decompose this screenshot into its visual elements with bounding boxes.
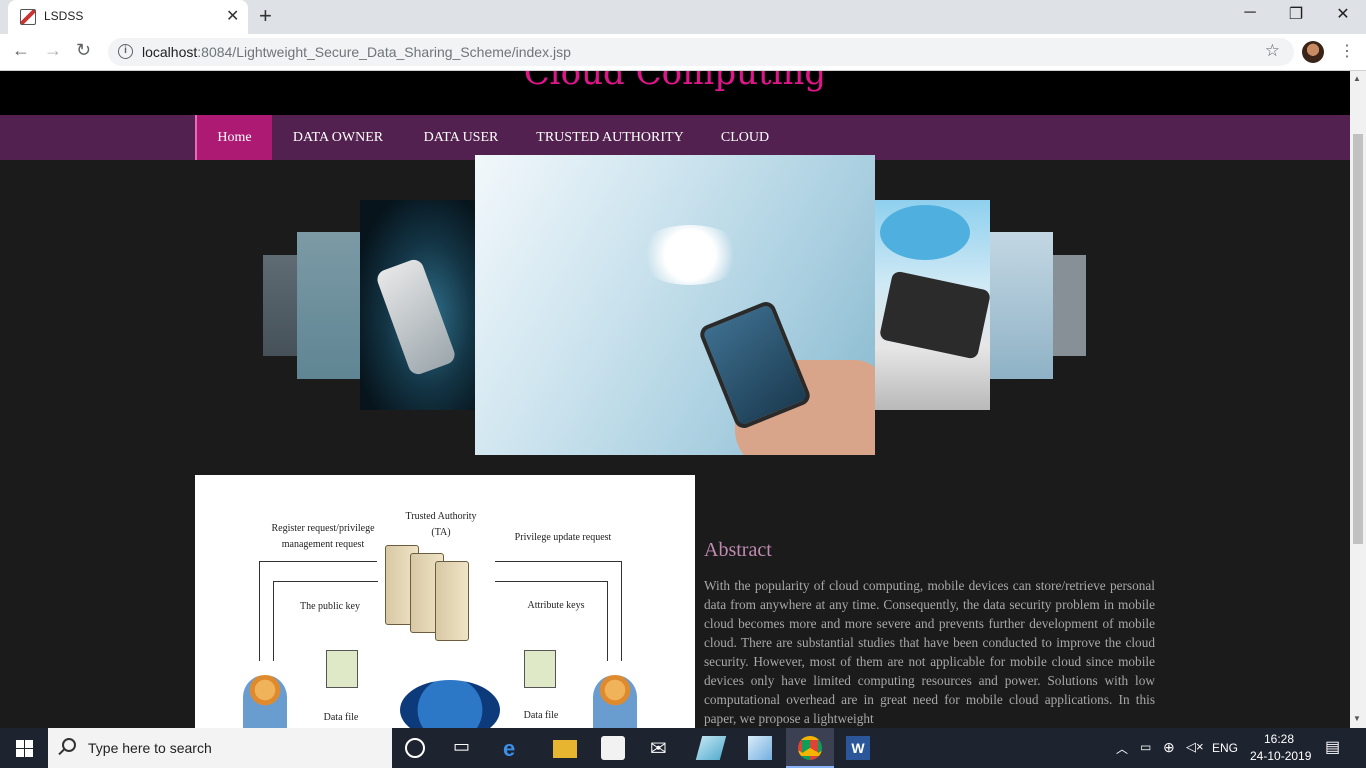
scroll-up-icon[interactable]: ▲ — [1353, 74, 1361, 83]
data-owner-person-icon — [243, 675, 287, 728]
edge-icon[interactable]: e — [503, 736, 527, 761]
data-file-lock-icon — [326, 650, 358, 688]
windows-logo-icon — [25, 740, 33, 748]
diagram-label-privilege-update: Privilege update request — [514, 532, 612, 543]
app-icon[interactable] — [695, 736, 727, 760]
diagram-label-data-file-left: Data file — [323, 712, 359, 723]
arrow-line — [621, 561, 622, 661]
clock-time[interactable]: 16:28 — [1264, 732, 1294, 746]
tab-title: LSDSS — [44, 9, 84, 23]
page-viewport: Cloud Computing Home DATA OWNER DATA USE… — [0, 71, 1350, 728]
arrow-line — [273, 581, 274, 661]
tablet-image — [878, 270, 990, 360]
clock-date[interactable]: 24-10-2019 — [1250, 749, 1311, 763]
diagram-label-ta: (TA) — [431, 527, 451, 538]
taskbar-search-box[interactable]: Type here to search — [48, 728, 392, 768]
bookmark-star-icon[interactable]: ☆ — [1265, 41, 1280, 61]
arrow-line — [495, 561, 621, 562]
scroll-down-icon[interactable]: ▼ — [1353, 714, 1361, 723]
diagram-label-trusted-authority: Trusted Authority — [405, 511, 477, 522]
browser-tab-strip: LSDSS ✕ + ─ ❐ ✕ — [0, 0, 1366, 34]
network-globe-icon[interactable]: ⊕ — [1163, 739, 1175, 756]
start-button[interactable] — [0, 728, 48, 768]
site-title: Cloud Computing — [523, 71, 827, 93]
profile-avatar[interactable] — [1302, 41, 1324, 63]
url-text[interactable]: localhost:8084/Lightweight_Secure_Data_S… — [142, 44, 571, 60]
chrome-taskbar-button[interactable] — [786, 728, 834, 768]
nav-item-cloud[interactable]: CLOUD — [710, 115, 780, 160]
restore-icon[interactable]: ❐ — [1273, 4, 1319, 24]
tab-favicon-icon — [20, 9, 36, 25]
word-icon[interactable]: W — [846, 736, 870, 760]
forward-arrow-icon[interactable]: → — [44, 40, 62, 61]
store-icon[interactable] — [601, 736, 625, 760]
data-user-person-icon — [593, 675, 637, 728]
battery-icon[interactable]: ▭ — [1140, 740, 1151, 754]
abstract-heading: Abstract — [704, 539, 772, 561]
site-header: Cloud Computing — [0, 71, 1350, 115]
page-scrollbar[interactable]: ▲ ▼ — [1350, 71, 1366, 728]
main-navigation: Home DATA OWNER DATA USER TRUSTED AUTHOR… — [0, 115, 1350, 160]
url-host: localhost — [142, 44, 198, 60]
notifications-icon[interactable]: ▤ — [1325, 737, 1340, 757]
search-icon — [62, 738, 76, 752]
slider-image-left-1[interactable] — [360, 200, 475, 410]
diagram-label-attribute-keys: Attribute keys — [527, 600, 585, 611]
browser-tab[interactable]: LSDSS ✕ — [8, 0, 248, 34]
arrow-line — [273, 581, 378, 582]
slider-image-right-2[interactable] — [990, 232, 1053, 379]
slider-image-far-right[interactable] — [1053, 255, 1086, 356]
mail-icon[interactable]: ✉ — [650, 736, 674, 760]
reload-icon[interactable]: ↻ — [76, 40, 91, 61]
nav-item-home[interactable]: Home — [195, 115, 272, 160]
minimize-icon[interactable]: ─ — [1227, 4, 1273, 22]
file-explorer-icon[interactable] — [553, 740, 577, 758]
diagram-label-management-request: management request — [281, 539, 365, 550]
scroll-thumb[interactable] — [1353, 134, 1363, 544]
nav-item-data-user[interactable]: DATA USER — [411, 115, 511, 160]
network-cloud-image — [635, 225, 745, 285]
cloud-icon — [400, 680, 500, 728]
window-close-icon[interactable]: ✕ — [1320, 4, 1366, 24]
nav-item-trusted-authority[interactable]: TRUSTED AUTHORITY — [528, 115, 692, 160]
cortana-icon[interactable] — [405, 738, 425, 758]
chrome-icon — [798, 736, 822, 760]
app-cube-icon[interactable] — [748, 736, 772, 760]
data-file-lock-icon — [524, 650, 556, 688]
volume-muted-icon[interactable]: ◁× — [1186, 739, 1204, 755]
tray-chevron-icon[interactable]: ︿ — [1116, 740, 1128, 757]
smartphone-image — [374, 257, 458, 377]
windows-taskbar: Type here to search ▭ e ✉ W ︿ ▭ ⊕ ◁× ENG… — [0, 728, 1366, 768]
architecture-diagram: Trusted Authority (TA) Register request/… — [195, 475, 695, 728]
browser-menu-icon[interactable]: ⋮ — [1339, 41, 1355, 61]
nav-item-data-owner[interactable]: DATA OWNER — [281, 115, 395, 160]
diagram-label-register-request: Register request/privilege — [271, 523, 375, 534]
diagram-label-public-key: The public key — [300, 601, 360, 612]
task-view-icon[interactable]: ▭ — [453, 736, 477, 760]
search-placeholder: Type here to search — [88, 740, 212, 756]
arrow-line — [607, 581, 608, 661]
cloud-image — [880, 205, 970, 260]
windows-logo-icon — [16, 740, 24, 748]
arrow-line — [259, 561, 377, 562]
abstract-text: With the popularity of cloud computing, … — [704, 578, 1155, 726]
new-tab-icon[interactable]: + — [259, 3, 272, 29]
server-icon — [435, 561, 469, 641]
windows-logo-icon — [25, 749, 33, 757]
back-arrow-icon[interactable]: ← — [12, 40, 30, 61]
browser-toolbar: ← → ↻ i localhost:8084/Lightweight_Secur… — [0, 34, 1366, 71]
tab-close-icon[interactable]: ✕ — [226, 6, 239, 26]
slider-image-center[interactable] — [475, 155, 875, 455]
arrow-line — [259, 561, 260, 661]
address-bar[interactable]: i localhost:8084/Lightweight_Secure_Data… — [108, 38, 1294, 66]
diagram-label-data-file-right: Data file — [523, 710, 559, 721]
windows-logo-icon — [16, 749, 24, 757]
language-indicator[interactable]: ENG — [1212, 741, 1238, 755]
slider-image-right-1[interactable] — [875, 200, 990, 410]
arrow-line — [495, 581, 607, 582]
url-path: :8084/Lightweight_Secure_Data_Sharing_Sc… — [197, 44, 571, 60]
site-info-icon[interactable]: i — [118, 44, 133, 59]
